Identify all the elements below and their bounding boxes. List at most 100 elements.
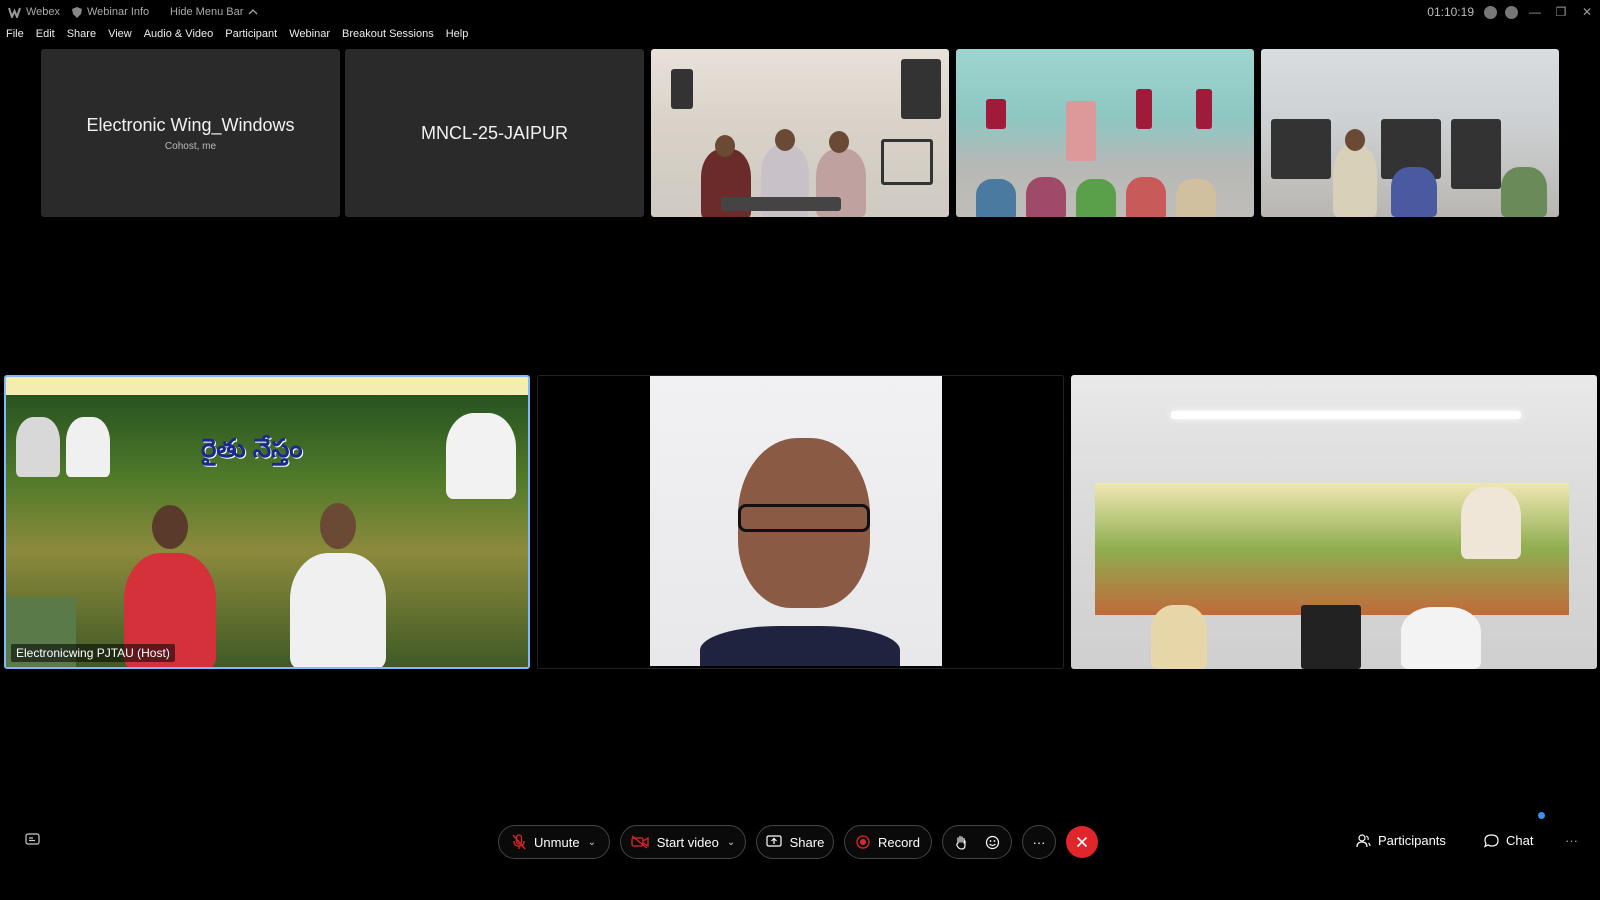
participant-role: Cohost, me [164,140,217,152]
captions-button[interactable] [25,833,40,845]
person [1391,167,1437,217]
chair [1451,119,1501,189]
portrait [66,417,110,477]
participant-tile-electronic-wing[interactable]: Electronic Wing_Windows Cohost, me [41,49,340,217]
door [1066,101,1096,161]
participant-video-classroom-3[interactable] [1261,49,1559,217]
participant-video-conference-room[interactable] [1071,375,1597,669]
share-label: Share [789,834,825,850]
person [1151,605,1207,669]
participant-name: MNCL-25-JAIPUR [420,122,569,143]
laptop [721,197,841,211]
end-meeting-button[interactable] [1066,826,1098,858]
person [1401,607,1481,669]
menu-file[interactable]: File [0,28,30,44]
menu-webinar[interactable]: Webinar [283,28,336,44]
person [1076,179,1116,217]
person [976,179,1016,217]
menu-audio-video[interactable]: Audio & Video [138,28,220,44]
presenter [290,553,386,667]
chevron-down-icon[interactable]: ⌄ [727,837,735,848]
webinar-info-label: Webinar Info [87,6,150,18]
chevron-up-icon [248,9,258,15]
hide-menu-button[interactable]: Hide Menu Bar [170,6,258,18]
menu-help[interactable]: Help [440,28,475,44]
captions-icon [25,833,40,845]
chat-label: Chat [1506,833,1534,848]
network-status-icon[interactable] [1505,5,1518,19]
unmute-button[interactable]: Unmute ⌄ [498,825,610,859]
shield-icon [72,6,82,18]
record-indicator-icon[interactable] [1484,5,1497,19]
more-label: ··· [1032,834,1046,850]
more-options-button[interactable]: ··· [1022,825,1056,859]
record-icon [856,835,870,849]
menu-breakout-sessions[interactable]: Breakout Sessions [336,28,440,44]
participant-video-classroom-1[interactable] [651,49,949,217]
participant-tile-mncl[interactable]: MNCL-25-JAIPUR [345,49,644,217]
chair [1301,605,1361,669]
portrait [16,417,60,477]
curtain [986,99,1006,129]
title-bar: Webex Webinar Info Hide Menu Bar 01:10:1… [0,0,1600,24]
presenter-head [320,503,356,549]
menu-bar: File Edit Share View Audio & Video Parti… [0,28,474,44]
close-window-button[interactable]: ✕ [1574,5,1600,19]
menu-share[interactable]: Share [61,28,102,44]
participant-video-host[interactable]: రైతు నేస్తం Electronicwing PJTAU (Host) [4,375,530,669]
share-button[interactable]: Share [756,825,834,859]
banner-title: రైతు నేస్తం [201,433,303,463]
ceiling-light [1171,411,1521,419]
overflow-menu-button[interactable]: ··· [1565,833,1578,848]
speaker-glasses [738,504,870,532]
record-button[interactable]: Record [844,825,932,859]
minimize-button[interactable]: — [1522,5,1548,19]
webex-logo-icon [8,7,21,18]
person-head [775,129,795,151]
presenter-head [152,505,188,549]
mic-off-icon [512,834,526,850]
participants-icon [1356,833,1371,847]
participant-name: Electronic Wing_Windows [86,114,295,135]
record-label: Record [878,834,920,850]
chair [1271,119,1331,179]
person [1126,177,1166,217]
person [1333,145,1377,217]
video-feed [1261,49,1559,217]
banner-header [6,377,528,395]
start-video-label: Start video [656,834,719,850]
chair [901,59,941,119]
menu-edit[interactable]: Edit [30,28,61,44]
speaker-suit [700,626,900,666]
reaction-icon[interactable] [985,835,1000,850]
menu-participant[interactable]: Participant [219,28,283,44]
restore-button[interactable]: ❐ [1548,5,1574,19]
start-video-button[interactable]: Start video ⌄ [620,825,746,859]
app-name: Webex [26,6,61,18]
person-head [829,131,849,153]
chair [671,69,693,109]
chevron-down-icon[interactable]: ⌄ [588,837,596,848]
participant-video-classroom-2[interactable] [956,49,1254,217]
chat-notification-badge [1538,812,1545,819]
overflow-label: ··· [1565,833,1578,848]
video-feed [651,49,949,217]
person [1026,177,1066,217]
hide-menu-label: Hide Menu Bar [170,6,244,18]
unmute-label: Unmute [534,834,580,850]
share-icon [766,835,782,847]
curtain [1136,89,1152,129]
participants-button[interactable]: Participants [1356,833,1446,848]
webinar-info-button[interactable]: Webinar Info [72,6,149,18]
curtain [1196,89,1212,129]
chat-button[interactable]: Chat [1484,833,1533,848]
raise-hand-icon[interactable] [955,835,967,850]
chair [881,139,933,185]
menu-view[interactable]: View [102,28,138,44]
participants-label: Participants [1378,833,1446,848]
portrait [1461,487,1521,559]
close-icon [1076,836,1088,848]
person [1176,179,1216,217]
reactions-group [942,825,1012,859]
participant-video-speaker[interactable] [537,375,1064,669]
